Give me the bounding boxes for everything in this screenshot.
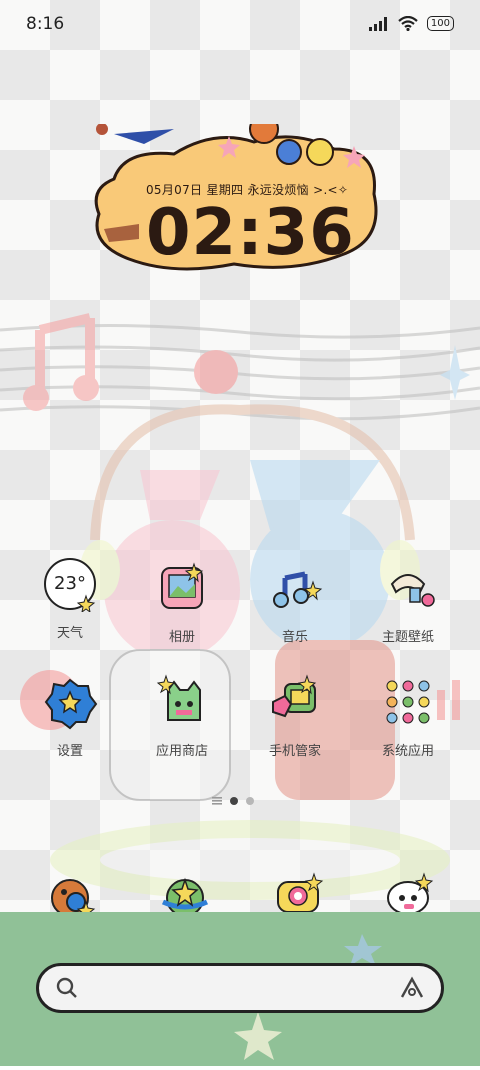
app-label: 天气 — [56, 626, 83, 641]
status-time: 8:16 — [26, 14, 65, 34]
settings-icon — [42, 674, 98, 730]
app-store-icon — [154, 674, 210, 730]
app-label: 系统应用 — [381, 744, 434, 759]
app-weather[interactable]: 23° 天气 — [20, 556, 120, 641]
app-security[interactable]: 手机管家 — [245, 674, 345, 759]
system-apps-folder-icon — [380, 674, 436, 730]
app-gallery[interactable]: 相册 — [132, 560, 232, 645]
status-icons: 100 — [368, 16, 454, 31]
music-icon — [267, 560, 323, 616]
battery-icon: 100 — [426, 16, 454, 31]
app-label: 音乐 — [281, 630, 308, 645]
app-list-icon[interactable] — [212, 797, 222, 805]
weather-temperature: 23° — [54, 573, 86, 594]
weather-icon: 23° — [42, 556, 98, 614]
gallery-icon — [154, 560, 210, 616]
wifi-icon — [398, 16, 418, 31]
signal-icon — [368, 16, 387, 31]
assistant-icon[interactable] — [399, 976, 425, 1000]
search-bar[interactable] — [36, 963, 444, 1013]
page-dot-1[interactable] — [230, 797, 238, 805]
status-bar: 8:16 100 — [0, 0, 480, 50]
app-settings[interactable]: 设置 — [20, 674, 120, 759]
app-label: 应用商店 — [155, 744, 208, 759]
search-icon — [56, 977, 77, 998]
system-apps-folder[interactable]: 系统应用 — [358, 674, 458, 759]
page-dot-2[interactable] — [246, 797, 254, 805]
app-label: 主题壁纸 — [381, 630, 434, 645]
app-label: 设置 — [56, 744, 83, 759]
app-label: 手机管家 — [268, 744, 321, 759]
app-store[interactable]: 应用商店 — [132, 674, 232, 759]
app-themes[interactable]: 主题壁纸 — [358, 560, 458, 645]
app-label: 相册 — [168, 630, 195, 645]
page-indicator[interactable] — [212, 797, 254, 805]
search-input[interactable] — [91, 972, 389, 1006]
clock-time[interactable]: 02:36 — [146, 196, 355, 270]
themes-icon — [380, 560, 436, 616]
app-music[interactable]: 音乐 — [245, 560, 345, 645]
security-icon — [267, 674, 323, 730]
